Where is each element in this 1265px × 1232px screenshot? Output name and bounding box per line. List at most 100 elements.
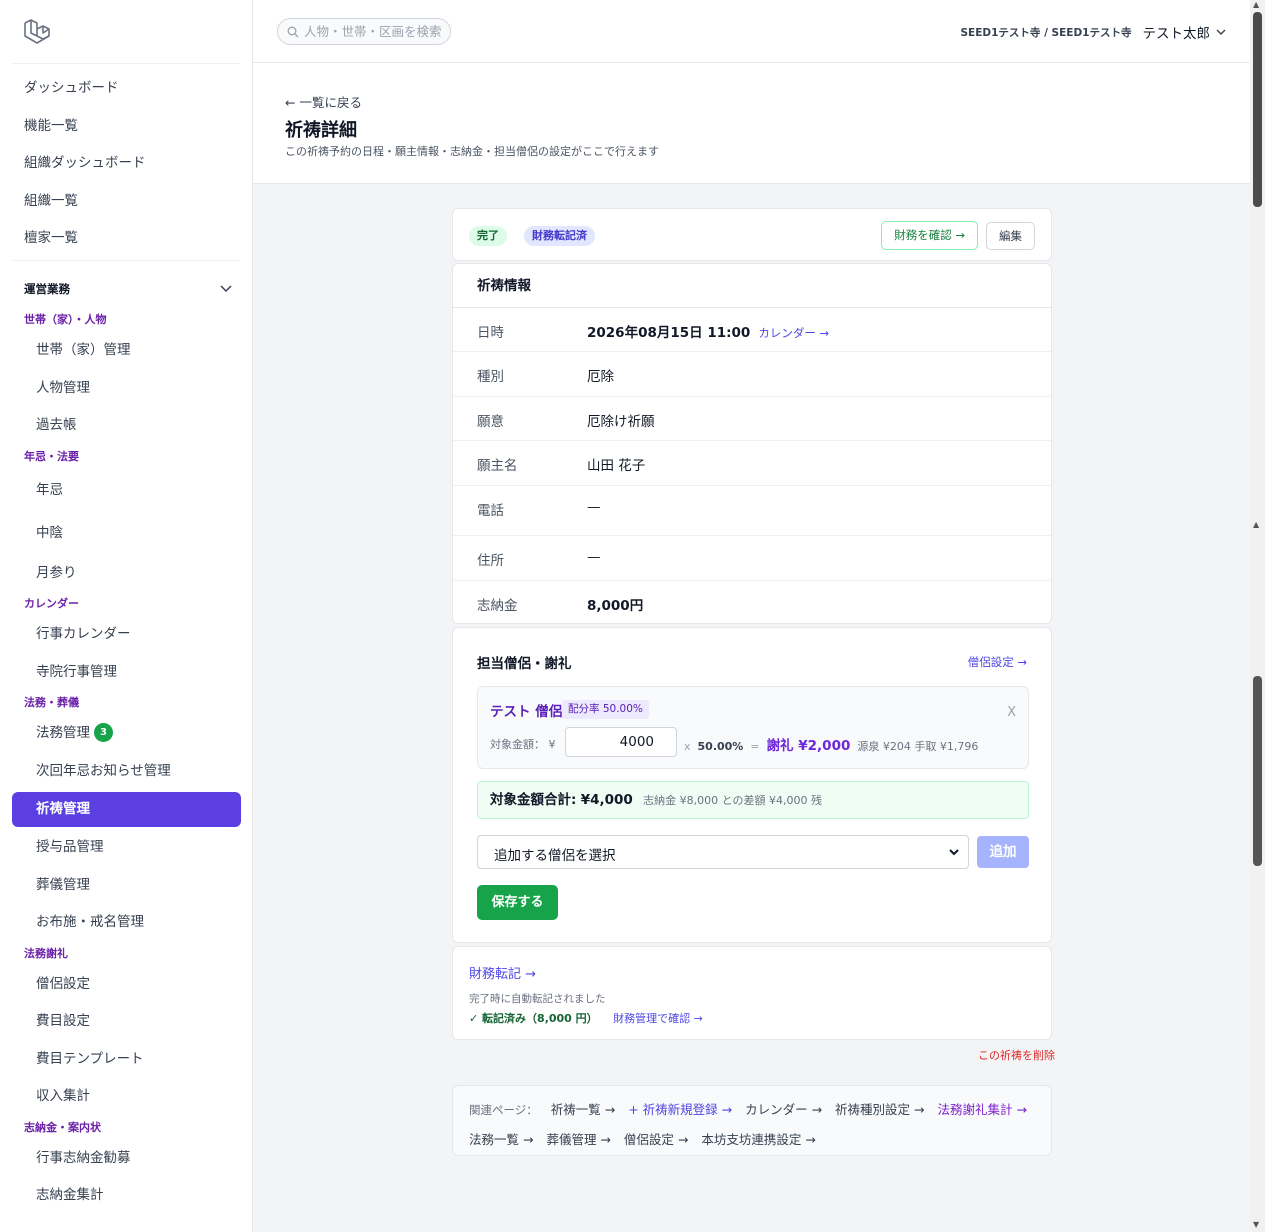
sidebar-item-priest-settings[interactable]: 僧侶設定 [0,966,252,1004]
related-line: 法務一覧 → 葬儀管理 → 僧侶設定 → 本坊支坊連携設定 → [469,1129,825,1148]
divider [12,63,240,64]
page-header: ← 一覧に戻る 祈祷詳細 この祈祷予約の日程・願主情報・志納金・担当僧侶の設定が… [253,63,1250,184]
related-link-priest-settings[interactable]: 僧侶設定 → [624,1132,688,1147]
chevron-down-icon [949,849,959,856]
scroll-down-arrow-icon[interactable]: ▼ [1253,1220,1259,1229]
sidebar-item-nenki[interactable]: 年忌 [0,469,252,512]
sidebar-item-event-calendar[interactable]: 行事カレンダー [0,616,252,654]
sidebar-item-next-nenki[interactable]: 次回年忌お知らせ管理 [0,753,252,791]
related-link-branch-settings[interactable]: 本坊支坊連携設定 → [701,1132,815,1147]
sidebar-group-label: 法務・葬儀 [24,696,79,709]
info-key: 志納金 [477,598,518,614]
sidebar-item-label: 法務管理 [36,725,90,741]
sidebar-section-label: 運営業務 [24,282,70,296]
sidebar-item-income-summary[interactable]: 収入集計 [0,1078,252,1116]
org-name: SEED1テスト寺 / SEED1テスト寺 [960,26,1132,39]
sidebar-item-chuin[interactable]: 中陰 [0,512,252,555]
remove-priest-button[interactable]: X [1007,705,1016,720]
delete-kitou-link[interactable]: この祈祷を削除 [978,1047,1055,1063]
sidebar-item-dashboard[interactable]: ダッシュボード [0,70,252,108]
select-placeholder: 追加する僧侶を選択 [494,848,616,864]
finance-link[interactable]: 財務転記 → [469,963,536,982]
search-box[interactable] [277,18,451,45]
scroll-thumb[interactable] [1253,676,1262,866]
card-title: 担当僧侶・謝礼 [477,656,572,672]
sidebar-item-features[interactable]: 機能一覧 [0,108,252,146]
sidebar-item-expense-template[interactable]: 費目テンプレート [0,1041,252,1079]
sidebar-item-expense-settings[interactable]: 費目設定 [0,1003,252,1041]
finance-badge: 財務転記済 [524,226,595,246]
info-key: 願意 [477,414,504,430]
status-card: 完了 財務転記済 財務を確認 → 編集 [452,208,1052,261]
priest-select[interactable]: 追加する僧侶を選択 [477,835,969,869]
sidebar-item-household[interactable]: 世帯（家）管理 [0,332,252,370]
sidebar-item-kakocho[interactable]: 過去帳 [0,407,252,445]
sidebar-item-temple-events[interactable]: 寺院行事管理 [0,654,252,692]
sidebar-item-org-dashboard[interactable]: 組織ダッシュボード [0,145,252,183]
finance-manage-link[interactable]: 財務管理で確認 → [613,1012,703,1025]
rate-value: 50.00% [697,740,744,753]
sidebar-group-label: 法務謝礼 [24,946,68,960]
add-priest-button[interactable]: 追加 [977,836,1029,868]
search-input[interactable] [304,24,444,39]
info-row-donation: 志納金 8,000円 [453,581,1051,624]
sidebar-section-toggle[interactable]: 運営業務 [24,278,232,300]
related-link-kitou-new[interactable]: + 祈祷新規登録 → [628,1102,732,1117]
total-diff: 志納金 ¥8,000 との差額 ¥4,000 残 [643,794,822,807]
sidebar-item-danka[interactable]: 檀家一覧 [0,220,252,258]
back-link[interactable]: ← 一覧に戻る [285,92,362,111]
related-link-kitou-types[interactable]: 祈祷種別設定 → [835,1102,924,1117]
fee-calculation: x 50.00% = 謝礼 ¥2,000 源泉 ¥204 手取 ¥1,796 [684,734,978,754]
finance-status: ✓ 転記済み（8,000 円） 財務管理で確認 → [469,1010,703,1026]
user-menu[interactable]: テスト太郎 [1143,22,1211,42]
sidebar-group-label: 世帯（家）・人物 [24,313,107,326]
sidebar-item-people[interactable]: 人物管理 [0,370,252,408]
scroll-up-arrow-icon[interactable]: ▲ [1253,520,1259,529]
sidebar-item-ofuse[interactable]: お布施・戒名管理 [0,904,252,942]
related-link-calendar[interactable]: カレンダー → [745,1102,822,1117]
sidebar-group-label: 年忌・法要 [24,449,79,463]
count-badge: 3 [94,723,113,742]
total-value: ¥4,000 [580,792,633,808]
tax-info: 源泉 ¥204 手取 ¥1,796 [857,740,979,753]
info-value: 厄除 [587,369,614,385]
finance-card: 財務転記 → 完了時に自動転記されました ✓ 転記済み（8,000 円） 財務管… [452,946,1052,1040]
times-sign: x [684,740,691,753]
sidebar-item-kitou[interactable]: 祈祷管理 [12,792,241,827]
calendar-link[interactable]: カレンダー → [758,326,829,340]
datetime-value: 2026年08月15日 11:00 [587,325,751,341]
total-box: 対象金額合計: ¥4,000 志納金 ¥8,000 との差額 ¥4,000 残 [477,781,1029,819]
sidebar-item-funeral[interactable]: 葬儀管理 [0,867,252,905]
sidebar-item-donation-campaign[interactable]: 行事志納金勧募 [0,1140,252,1178]
info-value: 2026年08月15日 11:00 カレンダー → [587,321,829,341]
scrollbar[interactable]: ▲ ▲ ▼ [1250,0,1265,1232]
save-button[interactable]: 保存する [477,885,558,920]
check-finance-button[interactable]: 財務を確認 → [881,221,978,250]
amount-input[interactable] [565,727,677,757]
total-label: 対象金額合計: [490,792,577,808]
top-bar: SEED1テスト寺 / SEED1テスト寺 テスト太郎 [253,0,1250,63]
info-row-applicant: 願主名 山田 花子 [453,441,1051,486]
info-value: — [587,499,601,515]
priest-entry: テスト 僧侶 配分率 50.00% X 対象金額： ¥ x 50.00% = 謝… [477,686,1029,769]
sidebar-item-orgs[interactable]: 組織一覧 [0,183,252,221]
priest-settings-link[interactable]: 僧侶設定 → [968,654,1027,670]
info-key: 種別 [477,369,504,385]
sidebar-item-tsukimairi[interactable]: 月参り [0,555,252,593]
sidebar-item-houmu[interactable]: 法務管理 3 [0,715,252,753]
related-link-funeral[interactable]: 葬儀管理 → [546,1132,610,1147]
related-link-kitou-list[interactable]: 祈祷一覧 → [551,1102,615,1117]
edit-button[interactable]: 編集 [986,222,1035,250]
info-value: — [587,549,601,565]
sidebar-item-juyohin[interactable]: 授与品管理 [0,829,252,867]
chevron-down-icon[interactable] [1216,29,1226,36]
card-title: 祈祷情報 [453,264,1051,308]
sidebar-item-donation-summary[interactable]: 志納金集計 [0,1177,252,1215]
related-link-houmu-list[interactable]: 法務一覧 → [469,1132,533,1147]
related-link-fee-summary[interactable]: 法務謝礼集計 → [937,1102,1026,1117]
scroll-up-arrow-icon[interactable]: ▲ [1253,0,1259,9]
sidebar-group-label: カレンダー [24,597,79,610]
sidebar-top-nav: ダッシュボード 機能一覧 組織ダッシュボード 組織一覧 檀家一覧 [0,70,252,258]
logo-icon[interactable] [22,16,52,46]
scroll-track-segment [1253,12,1262,207]
